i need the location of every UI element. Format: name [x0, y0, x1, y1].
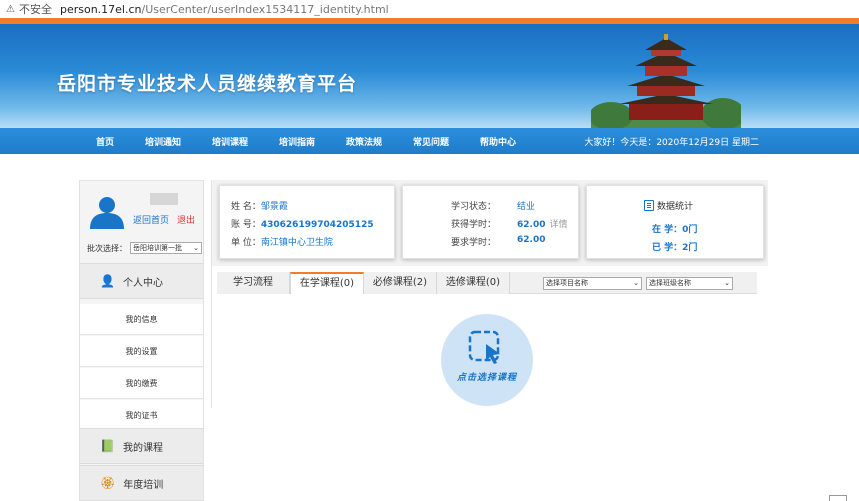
annual-training-header[interactable]: 🏵 年度培训 [80, 465, 203, 501]
chevron-down-icon: ⌄ [724, 279, 730, 287]
batch-label: 批次选择： [87, 243, 127, 253]
tab-in-study[interactable]: 在学课程(0) [290, 272, 364, 294]
menu-my-certificate[interactable]: 我的证书 [80, 400, 203, 431]
pagoda-illustration [591, 34, 741, 128]
main-nav: 首页 培训通知 培训课程 培训指南 政策法规 常见问题 帮助中心 大家好！今天是… [0, 128, 859, 154]
bottom-corner-widget [829, 495, 847, 501]
tab-elective[interactable]: 选修课程(0) [437, 272, 510, 294]
my-courses-header[interactable]: 📗 我的课程 [80, 428, 203, 464]
details-link[interactable]: 详情 [549, 220, 567, 230]
browser-address-bar[interactable]: ⚠ 不安全 person.17el.cn/UserCenter/userInde… [0, 0, 859, 18]
nav-help[interactable]: 帮助中心 [480, 135, 516, 148]
site-banner: 岳阳市专业技术人员继续教育平台 [0, 24, 859, 128]
batch-selector: 批次选择： 岳阳培训第一批 ⌄ [87, 242, 202, 254]
personal-center-header[interactable]: 👤 个人中心 [80, 263, 203, 299]
study-status-card: 学习状态： 结业 获得学时： 62.00 详情 要求学时： 62.00 [402, 185, 579, 259]
nav-faq[interactable]: 常见问题 [413, 135, 449, 148]
avatar-icon [90, 197, 124, 229]
status-value: 结业 [517, 202, 536, 212]
chevron-down-icon: ⌄ [193, 244, 199, 252]
user-photo-placeholder [150, 193, 178, 205]
select-cursor-icon [468, 330, 500, 364]
project-select-value: 选择项目名称 [546, 279, 588, 287]
course-tabs: 学习流程 在学课程(0) 必修课程(2) 选修课程(0) 选择项目名称 ⌄ 选择… [217, 272, 757, 294]
select-course-button[interactable]: 点击选择课程 [441, 314, 533, 406]
stats-title-text: 数据统计 [657, 202, 694, 212]
url-domain: person.17el.cn [59, 2, 142, 16]
required-hours-value: 62.00 [517, 235, 546, 245]
menu-my-payment[interactable]: 我的缴费 [80, 368, 203, 399]
personal-center-label: 个人中心 [122, 277, 163, 289]
nav-policy[interactable]: 政策法规 [346, 135, 382, 148]
sidebar: 返回首页 退出 批次选择： 岳阳培训第一批 ⌄ 👤 个人中心 我的信息 我的设置 … [79, 180, 204, 501]
security-label: 不安全 [18, 3, 52, 16]
class-select-value: 选择班级名称 [649, 279, 691, 287]
stats-title: 数据统计 [644, 199, 693, 212]
nav-guide[interactable]: 培训指南 [279, 135, 315, 148]
site-title: 岳阳市专业技术人员继续教育平台 [57, 73, 358, 95]
unit-label: 单 位： [231, 238, 261, 248]
name-value: 邹景霞 [260, 202, 288, 212]
select-course-caption: 点击选择课程 [456, 373, 517, 383]
account-links: 返回首页 退出 [133, 213, 195, 226]
course-icon: 📗 [100, 439, 115, 453]
class-select[interactable]: 选择班级名称 ⌄ [646, 277, 733, 290]
tab-required[interactable]: 必修课程(2) [364, 272, 437, 294]
book-icon [644, 200, 654, 211]
date-greeting: 大家好！今天是：2020年12月29日 星期二 [584, 138, 759, 148]
annual-training-label: 年度培训 [123, 479, 164, 491]
my-courses-label: 我的课程 [122, 442, 163, 454]
nav-home[interactable]: 首页 [96, 135, 114, 148]
training-icon: 🏵 [100, 476, 116, 490]
return-home-link[interactable]: 返回首页 [133, 216, 169, 226]
nav-courses[interactable]: 培训课程 [212, 135, 248, 148]
name-label: 姓 名： [231, 202, 261, 212]
in-study-count: 在 学：0门 [652, 225, 698, 235]
status-label: 学习状态： [451, 202, 497, 212]
batch-select[interactable]: 岳阳培训第一批 ⌄ [130, 242, 202, 254]
menu-my-settings[interactable]: 我的设置 [80, 336, 203, 367]
earned-hours-value: 62.00 [517, 220, 546, 230]
required-hours-label: 要求学时： [451, 238, 497, 248]
tab-study-process[interactable]: 学习流程 [217, 272, 290, 294]
logout-link[interactable]: 退出 [177, 216, 195, 226]
profile-card: 姓 名：邹景霞 账 号：430626199704205125 单 位：南江镇中心… [219, 185, 395, 259]
chevron-down-icon: ⌄ [633, 279, 639, 287]
account-label: 账 号： [231, 220, 261, 230]
stats-card: 数据统计 在 学：0门 已 学：2门 [586, 185, 764, 259]
nav-notices[interactable]: 培训通知 [145, 135, 181, 148]
unit-value: 南江镇中心卫生院 [260, 238, 333, 248]
completed-count: 已 学：2门 [652, 243, 698, 253]
batch-select-value: 岳阳培训第一批 [133, 244, 182, 252]
earned-hours-label: 获得学时： [451, 220, 497, 230]
url-path: /UserCenter/userIndex1534117_identity.ht… [141, 2, 389, 16]
project-select[interactable]: 选择项目名称 ⌄ [543, 277, 642, 290]
account-value: 430626199704205125 [260, 220, 374, 230]
person-icon: 👤 [100, 274, 115, 288]
warning-icon: ⚠ [6, 3, 15, 15]
menu-my-info[interactable]: 我的信息 [80, 304, 203, 335]
